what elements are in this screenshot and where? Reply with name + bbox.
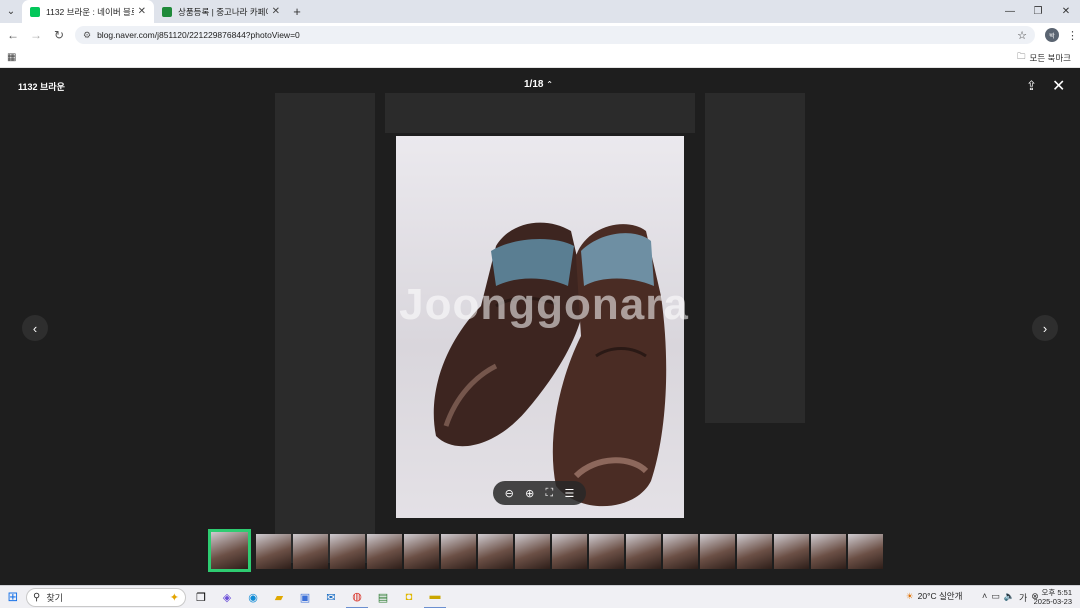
next-photo-button[interactable]: ›: [1032, 315, 1058, 341]
photo-thumbnail[interactable]: [404, 534, 439, 569]
photo-thumbnail[interactable]: [208, 529, 251, 572]
tab-title: 1132 브라운 : 네이버 블로그: [46, 6, 134, 17]
forward-icon[interactable]: →: [26, 25, 46, 45]
edge-icon[interactable]: ◉: [242, 586, 264, 608]
window-close-icon[interactable]: ✕: [1052, 0, 1080, 23]
kakaotalk-icon[interactable]: ▬: [424, 586, 446, 608]
back-icon[interactable]: ←: [3, 25, 23, 45]
system-tray: ˄ ▭ 🔈 가 ⊗: [982, 591, 1039, 604]
search-placeholder: 찾기: [46, 592, 63, 603]
weather-text: 20°C 실안개: [917, 591, 963, 601]
photo-thumbnail[interactable]: [330, 534, 365, 569]
volume-icon[interactable]: 🔈: [1004, 591, 1015, 604]
windows-start-icon[interactable]: ⊞: [0, 586, 26, 608]
chevron-left-icon: ‹: [32, 320, 38, 336]
tab-close-icon[interactable]: ✕: [272, 6, 280, 17]
photo-thumbnail[interactable]: [293, 534, 328, 569]
bookmarks-bar: ▦ 🗀 모든 북마크: [0, 47, 1080, 68]
outlook-icon[interactable]: ✉: [320, 586, 342, 608]
photo-thumbnail[interactable]: [367, 534, 402, 569]
zoom-out-icon[interactable]: ⊖: [505, 487, 514, 500]
taskbar: ⊞ ⚲ 찾기 ✦ ❐ ◈ ◉ ▰ ▣ ✉ ◍ ▤ ◘ ▬ ☀ 20°C 실안개 …: [0, 585, 1080, 608]
photo-thumbnail[interactable]: [478, 534, 513, 569]
copilot-icon[interactable]: ◈: [216, 586, 238, 608]
address-bar[interactable]: ⚙ blog.naver.com/j851120/221229876844?ph…: [75, 26, 1035, 44]
ime-icon[interactable]: 가: [1019, 591, 1027, 604]
window-controls: — ❐ ✕: [996, 0, 1080, 23]
share-icon[interactable]: ⇪: [1026, 78, 1037, 94]
chevron-right-icon: ›: [1042, 320, 1048, 336]
watermark: Joonggonara: [399, 280, 689, 329]
thumbnail-strip: [208, 529, 883, 572]
all-bookmarks-label: 모든 북마크: [1029, 53, 1071, 63]
task-view-icon[interactable]: ❐: [190, 586, 212, 608]
app-icon[interactable]: ▤: [372, 586, 394, 608]
photo-thumbnail[interactable]: [515, 534, 550, 569]
apps-grid-icon[interactable]: ▦: [7, 52, 16, 63]
naver-favicon-icon: [30, 6, 40, 17]
tab-naver-blog[interactable]: 1132 브라운 : 네이버 블로그 ✕: [22, 0, 154, 23]
all-bookmarks-button[interactable]: 🗀 모든 북마크: [1017, 51, 1071, 65]
photo-toolbar: ⊖ ⊕ ⛶ ☰: [493, 481, 586, 505]
reload-icon[interactable]: ↻: [49, 25, 69, 45]
photo-thumbnail[interactable]: [663, 534, 698, 569]
photo-thumbnail[interactable]: [441, 534, 476, 569]
chevron-up-icon: ⌃: [546, 80, 553, 89]
tab-strip: ⌄ 1132 브라운 : 네이버 블로그 ✕ 상품등록 | 중고나라 카페에서 …: [0, 0, 1080, 23]
photo-thumbnail[interactable]: [589, 534, 624, 569]
search-highlight-icon: ✦: [169, 591, 179, 604]
profile-avatar[interactable]: 박: [1045, 28, 1059, 42]
tab-close-icon[interactable]: ✕: [138, 6, 146, 17]
photo-thumbnail[interactable]: [774, 534, 809, 569]
network-icon[interactable]: ▭: [991, 591, 1000, 604]
folder-icon: 🗀: [1017, 51, 1026, 61]
photo-thumbnail[interactable]: [848, 534, 883, 569]
photo-thumbnail[interactable]: [700, 534, 735, 569]
restore-icon[interactable]: ❐: [1024, 0, 1052, 23]
site-info-icon[interactable]: ⚙: [83, 30, 91, 41]
clock-time: 오후 5:51: [1041, 588, 1072, 597]
minimize-icon[interactable]: —: [996, 0, 1024, 23]
close-icon[interactable]: ✕: [1052, 76, 1065, 96]
tab-title: 상품등록 | 중고나라 카페에서: [178, 6, 268, 17]
joonggonara-favicon-icon: [162, 6, 172, 17]
photo-viewer: 1132 브라운 1/18 ⌃ ⇪ ✕ ‹ › Joonggonara ⊖ ⊕ …: [0, 68, 1080, 585]
chevron-up-icon[interactable]: ˄: [982, 591, 987, 604]
new-tab-button[interactable]: +: [288, 0, 306, 23]
clock[interactable]: 오후 5:51 2025-03-23: [1034, 588, 1072, 606]
menu-icon[interactable]: ⋮: [1067, 29, 1078, 42]
photo-thumbnail[interactable]: [626, 534, 661, 569]
zoom-in-icon[interactable]: ⊕: [525, 487, 534, 500]
taskbar-search[interactable]: ⚲ 찾기 ✦: [26, 587, 186, 607]
tab-joonggonara[interactable]: 상품등록 | 중고나라 카페에서 ✕: [154, 0, 288, 23]
kakao-icon[interactable]: ◘: [398, 586, 420, 608]
fullscreen-icon[interactable]: ⛶: [546, 487, 554, 500]
chrome-icon[interactable]: ◍: [346, 586, 368, 608]
viewer-title: 1132 브라운: [18, 82, 65, 92]
photo-thumbnail[interactable]: [811, 534, 846, 569]
file-explorer-icon[interactable]: ▰: [268, 586, 290, 608]
store-icon[interactable]: ▣: [294, 586, 316, 608]
list-icon[interactable]: ☰: [564, 487, 574, 500]
search-icon: ⚲: [33, 591, 41, 603]
photo-thumbnail[interactable]: [737, 534, 772, 569]
photo-counter[interactable]: 1/18 ⌃: [524, 79, 553, 90]
weather-widget[interactable]: ☀ 20°C 실안개: [906, 590, 962, 602]
weather-icon: ☀: [906, 590, 914, 601]
bookmark-star-icon[interactable]: ☆: [1017, 29, 1027, 42]
tab-search-icon[interactable]: ⌄: [0, 0, 22, 23]
url-text: blog.naver.com/j851120/221229876844?phot…: [97, 30, 300, 40]
prev-photo-button[interactable]: ‹: [22, 315, 48, 341]
counter-text: 1/18: [524, 79, 544, 90]
clock-date: 2025-03-23: [1033, 597, 1072, 606]
photo-thumbnail[interactable]: [552, 534, 587, 569]
photo-thumbnail[interactable]: [256, 534, 291, 569]
toolbar: ← → ↻ ⚙ blog.naver.com/j851120/221229876…: [0, 23, 1080, 47]
